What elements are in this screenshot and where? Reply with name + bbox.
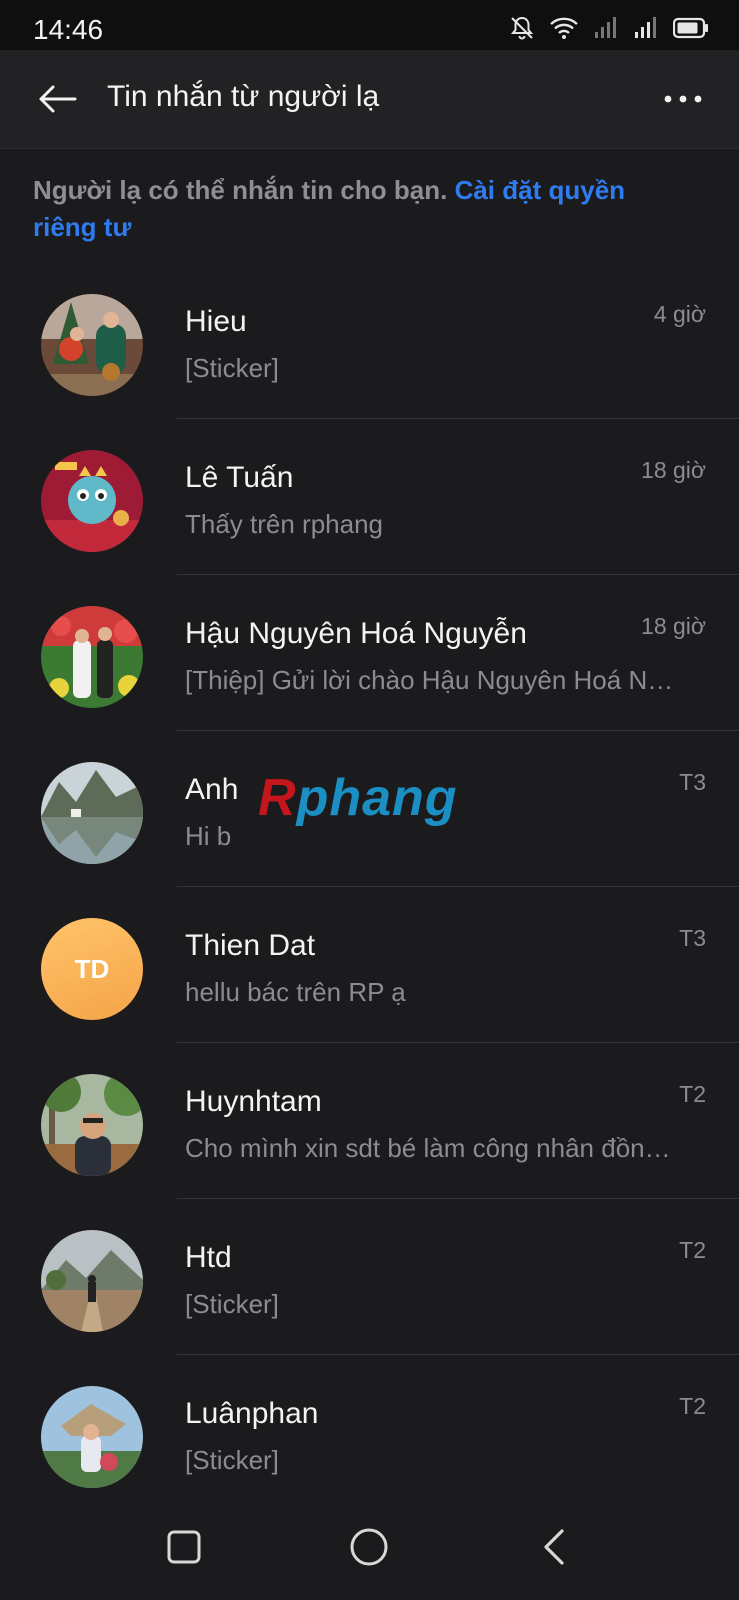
message-time: 18 giờ <box>641 613 706 639</box>
message-preview: hellu bác trên RP ạ <box>185 977 406 1007</box>
home-button[interactable] <box>344 1522 394 1572</box>
conversation-item[interactable]: Hieu [Sticker] 4 giờ <box>0 263 739 419</box>
contact-name: Anh <box>185 773 239 806</box>
message-time: T2 <box>679 1237 706 1263</box>
back-button[interactable] <box>32 76 82 122</box>
conversation-item[interactable]: Htd [Sticker] T2 <box>0 1199 739 1355</box>
avatar <box>41 1230 143 1332</box>
message-preview: Cho mình xin sdt bé làm công nhân đồng p… <box>185 1133 675 1163</box>
square-icon <box>167 1530 201 1564</box>
message-preview: [Sticker] <box>185 1289 279 1319</box>
bell-off-icon <box>509 15 535 46</box>
contact-name: Huynhtam <box>185 1085 322 1118</box>
rphang-watermark-logo: Rphang <box>258 769 458 827</box>
avatar: TD <box>41 918 143 1020</box>
conversation-item[interactable]: Huynhtam Cho mình xin sdt bé làm công nh… <box>0 1043 739 1199</box>
contact-name: Hậu Nguyên Hoá Nguyễn <box>185 617 527 650</box>
message-time: T2 <box>679 1393 706 1419</box>
message-time: T3 <box>679 769 706 795</box>
app-bar: Tin nhắn từ người lạ <box>0 50 739 149</box>
battery-icon <box>672 17 709 44</box>
conversation-item[interactable]: TD Thien Dat hellu bác trên RP ạ T3 <box>0 887 739 1043</box>
conversation-item[interactable]: Lê Tuấn Thấy trên rphang 18 giờ <box>0 419 739 575</box>
signal-icon-2 <box>633 16 659 45</box>
avatar <box>41 1074 143 1176</box>
status-time: 14:46 <box>33 14 104 45</box>
arrow-left-icon <box>39 85 77 113</box>
message-time: 4 giờ <box>653 301 706 327</box>
back-nav-button[interactable] <box>530 1522 580 1572</box>
message-preview: Hi b <box>185 821 232 851</box>
notice-text: Người lạ có thể nhắn tin cho bạn. <box>33 175 455 205</box>
message-time: T2 <box>679 1081 706 1107</box>
circle-icon <box>350 1528 388 1566</box>
system-navigation-bar <box>0 1492 739 1600</box>
message-preview: Thấy trên rphang <box>185 509 384 539</box>
avatar-initials: TD <box>41 918 143 1020</box>
stranger-notice: Người lạ có thể nhắn tin cho bạn. Cài đặ… <box>33 172 693 246</box>
message-time: 18 giờ <box>641 457 706 483</box>
conversation-list: Hieu [Sticker] 4 giờ Lê Tuấn Thấy trên r… <box>0 263 739 1511</box>
contact-name: Lê Tuấn <box>185 461 294 494</box>
message-preview: [Sticker] <box>185 353 279 383</box>
status-icons <box>509 16 709 44</box>
status-bar: 14:46 <box>0 0 739 50</box>
page-title: Tin nhắn từ người lạ <box>107 80 380 113</box>
message-preview: [Sticker] <box>185 1445 279 1475</box>
avatar <box>41 1386 143 1488</box>
avatar <box>41 606 143 708</box>
wifi-icon <box>549 16 579 45</box>
recent-apps-button[interactable] <box>159 1522 209 1572</box>
conversation-item[interactable]: Hậu Nguyên Hoá Nguyễn [Thiệp] Gửi lời ch… <box>0 575 739 731</box>
avatar <box>41 294 143 396</box>
contact-name: Luânphan <box>185 1397 319 1430</box>
chevron-left-icon <box>544 1529 564 1565</box>
avatar <box>41 450 143 552</box>
more-dots-icon <box>664 95 702 103</box>
message-time: T3 <box>679 925 706 951</box>
contact-name: Thien Dat <box>185 929 316 962</box>
contact-name: Htd <box>185 1241 232 1274</box>
contact-name: Hieu <box>185 305 247 338</box>
signal-icon-1 <box>593 16 619 45</box>
message-preview: [Thiệp] Gửi lời chào Hậu Nguyên Hoá Nguy… <box>185 665 675 695</box>
conversation-item[interactable]: Luânphan [Sticker] T2 <box>0 1355 739 1511</box>
avatar <box>41 762 143 864</box>
more-options-button[interactable] <box>655 76 711 122</box>
